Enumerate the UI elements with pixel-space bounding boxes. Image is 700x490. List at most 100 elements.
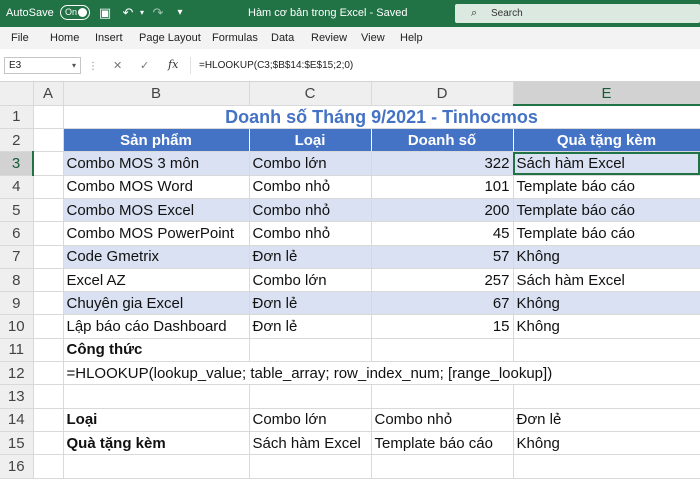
cell-c10[interactable]: Đơn lẻ — [249, 314, 372, 339]
tab-home[interactable]: Home — [50, 32, 79, 44]
cell-b6[interactable]: Combo MOS PowerPoint — [63, 221, 250, 246]
save-icon[interactable]: ▣ — [97, 5, 113, 21]
cell-a14[interactable] — [33, 408, 64, 432]
cell-b13[interactable] — [63, 384, 250, 409]
cell-d14[interactable]: Combo nhỏ — [371, 408, 514, 432]
cell-c13[interactable] — [249, 384, 372, 409]
formula-label-cell[interactable]: Công thức — [63, 338, 250, 363]
header-cell-sales[interactable]: Doanh số — [371, 128, 514, 153]
row-header-5[interactable]: 5 — [0, 198, 34, 223]
cell-b10[interactable]: Lập báo cáo Dashboard — [63, 314, 250, 339]
row-header-10[interactable]: 10 — [0, 314, 34, 339]
row-header-9[interactable]: 9 — [0, 291, 34, 316]
row-header-4[interactable]: 4 — [0, 175, 34, 199]
tab-file[interactable]: File — [11, 32, 29, 44]
formula-input[interactable]: =HLOOKUP(C3;$B$14:$E$15;2;0) — [190, 57, 700, 74]
cell-b4[interactable]: Combo MOS Word — [63, 175, 250, 199]
more-icon[interactable]: ⋮ — [88, 61, 98, 72]
cell-e14[interactable]: Đơn lẻ — [513, 408, 700, 432]
cell-e9[interactable]: Không — [513, 291, 700, 316]
column-header-b[interactable]: B — [63, 82, 250, 106]
cell-c14[interactable]: Combo lớn — [249, 408, 372, 432]
column-header-a[interactable]: A — [33, 82, 64, 106]
cell-c16[interactable] — [249, 454, 372, 479]
row-header-1[interactable]: 1 — [0, 105, 34, 130]
cell-c3[interactable]: Combo lớn — [249, 151, 372, 176]
column-header-e[interactable]: E — [513, 82, 700, 107]
redo-icon[interactable]: ↷ — [150, 5, 166, 21]
cell-b15[interactable]: Quà tặng kèm — [63, 431, 250, 456]
search-box[interactable]: ⌕ Search — [455, 4, 700, 23]
undo-dropdown-icon[interactable]: ▾ — [134, 5, 150, 21]
cell-a1[interactable] — [33, 105, 64, 130]
chevron-down-icon[interactable]: ▾ — [72, 58, 76, 73]
cell-e11[interactable] — [513, 338, 700, 363]
cell-d6[interactable]: 45 — [371, 221, 514, 246]
tab-insert[interactable]: Insert — [95, 32, 123, 44]
cell-a7[interactable] — [33, 245, 64, 269]
cell-a13[interactable] — [33, 384, 64, 409]
cell-b7[interactable]: Code Gmetrix — [63, 245, 250, 269]
cell-a12[interactable] — [33, 361, 64, 386]
cell-d4[interactable]: 101 — [371, 175, 514, 199]
insert-function-icon[interactable]: fx — [168, 58, 178, 71]
cell-e8[interactable]: Sách hàm Excel — [513, 268, 700, 293]
cell-d15[interactable]: Template báo cáo — [371, 431, 514, 456]
tab-formulas[interactable]: Formulas — [212, 32, 258, 44]
tab-help[interactable]: Help — [400, 32, 423, 44]
cell-a6[interactable] — [33, 221, 64, 246]
cell-c11[interactable] — [249, 338, 372, 363]
cell-d7[interactable]: 57 — [371, 245, 514, 269]
document-title[interactable]: Hàm cơ bản trong Excel - Saved — [248, 7, 407, 19]
row-header-12[interactable]: 12 — [0, 361, 34, 386]
cell-c8[interactable]: Combo lớn — [249, 268, 372, 293]
tab-page-layout[interactable]: Page Layout — [139, 32, 201, 44]
tab-data[interactable]: Data — [271, 32, 294, 44]
cell-b8[interactable]: Excel AZ — [63, 268, 250, 293]
cell-e5[interactable]: Template báo cáo — [513, 198, 700, 223]
cell-e10[interactable]: Không — [513, 314, 700, 339]
cell-e16[interactable] — [513, 454, 700, 479]
row-header-14[interactable]: 14 — [0, 408, 34, 432]
name-box[interactable]: E3 ▾ — [4, 57, 81, 74]
cell-a9[interactable] — [33, 291, 64, 316]
row-header-13[interactable]: 13 — [0, 384, 34, 409]
row-header-2[interactable]: 2 — [0, 128, 34, 153]
header-cell-gift[interactable]: Quà tặng kèm — [513, 128, 700, 153]
cell-e4[interactable]: Template báo cáo — [513, 175, 700, 199]
row-header-8[interactable]: 8 — [0, 268, 34, 293]
sheet-title-cell[interactable]: Doanh số Tháng 9/2021 - Tinhocmos — [63, 105, 700, 130]
row-header-3[interactable]: 3 — [0, 151, 34, 176]
column-header-d[interactable]: D — [371, 82, 514, 106]
cell-a4[interactable] — [33, 175, 64, 199]
cell-d10[interactable]: 15 — [371, 314, 514, 339]
cell-c4[interactable]: Combo nhỏ — [249, 175, 372, 199]
formula-syntax-cell[interactable]: =HLOOKUP(lookup_value; table_array; row_… — [63, 361, 700, 386]
cell-a8[interactable] — [33, 268, 64, 293]
cancel-icon[interactable]: ✕ — [113, 59, 122, 72]
cell-d8[interactable]: 257 — [371, 268, 514, 293]
cell-a15[interactable] — [33, 431, 64, 456]
customize-toolbar-icon[interactable]: ▾ — [172, 5, 188, 21]
select-all-corner[interactable] — [0, 82, 34, 106]
cell-d5[interactable]: 200 — [371, 198, 514, 223]
header-cell-product[interactable]: Sản phẩm — [63, 128, 250, 153]
row-header-11[interactable]: 11 — [0, 338, 34, 363]
cell-d9[interactable]: 67 — [371, 291, 514, 316]
cell-a10[interactable] — [33, 314, 64, 339]
cell-b16[interactable] — [63, 454, 250, 479]
cell-b9[interactable]: Chuyên gia Excel — [63, 291, 250, 316]
cell-b14[interactable]: Loại — [63, 408, 250, 432]
cell-b3[interactable]: Combo MOS 3 môn — [63, 151, 250, 176]
enter-icon[interactable]: ✓ — [140, 59, 149, 72]
cell-d3[interactable]: 322 — [371, 151, 514, 176]
row-header-15[interactable]: 15 — [0, 431, 34, 456]
autosave-toggle[interactable]: On — [60, 5, 90, 20]
cell-c5[interactable]: Combo nhỏ — [249, 198, 372, 223]
cell-c6[interactable]: Combo nhỏ — [249, 221, 372, 246]
cell-a2[interactable] — [33, 128, 64, 153]
cell-a11[interactable] — [33, 338, 64, 363]
cell-a16[interactable] — [33, 454, 64, 479]
cell-c9[interactable]: Đơn lẻ — [249, 291, 372, 316]
cell-e7[interactable]: Không — [513, 245, 700, 269]
